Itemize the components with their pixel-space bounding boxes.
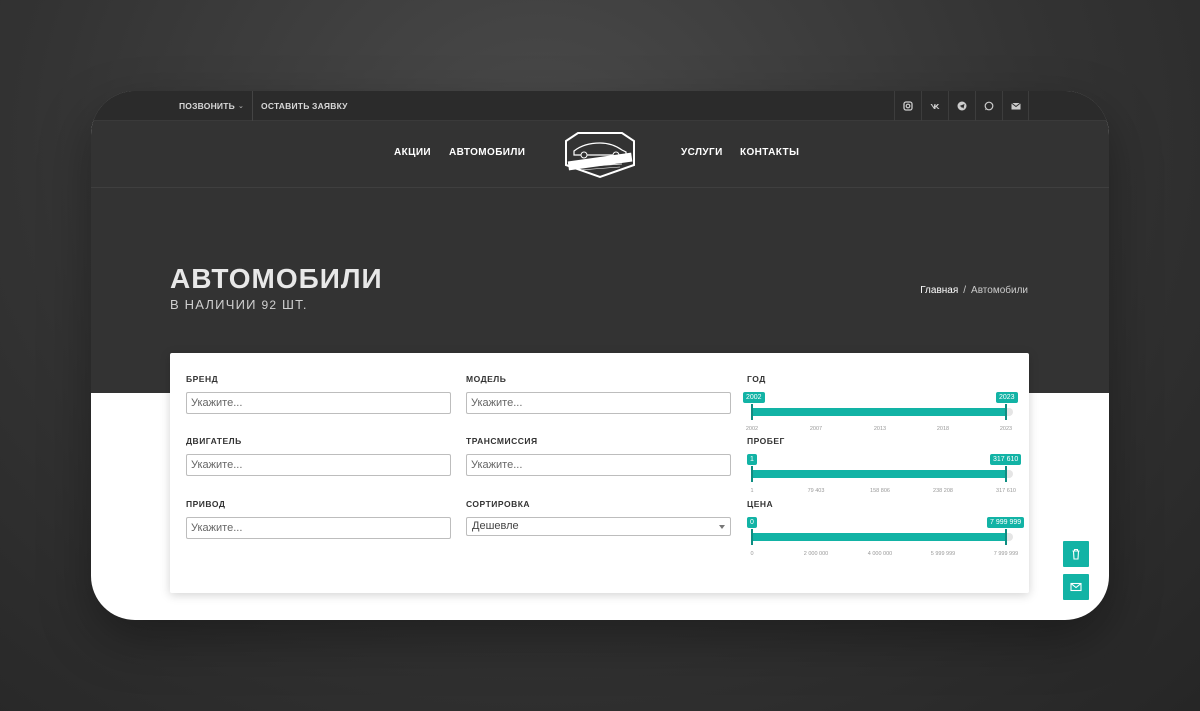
mileage-max-tag: 317 610 (990, 454, 1022, 465)
price-max-tag: 7 999 999 (987, 517, 1025, 528)
sort-filter: СОРТИРОВКА Дешевле (466, 499, 731, 536)
breadcrumb-current: Автомобили (971, 285, 1028, 296)
mail-icon[interactable] (1002, 91, 1029, 121)
transmission-input[interactable] (466, 454, 731, 476)
chevron-down-icon: ⌄ (237, 103, 245, 110)
page-heading: АВТОМОБИЛИ В НАЛИЧИИ 92 ШТ. (170, 263, 383, 312)
price-tick: 2 000 000 (803, 551, 829, 557)
top-bar: ПОЗВОНИТЬ ⌄ ОСТАВИТЬ ЗАЯВКУ (91, 91, 1109, 121)
request-label: ОСТАВИТЬ ЗАЯВКУ (261, 101, 348, 111)
mileage-min-tag: 1 (747, 454, 757, 465)
brand-label: БРЕНД (186, 374, 219, 384)
drive-label: ПРИВОД (186, 499, 226, 509)
transmission-filter: ТРАНСМИССИЯ (466, 436, 731, 476)
instagram-icon[interactable] (894, 91, 921, 121)
drive-filter: ПРИВОД (186, 499, 451, 539)
mileage-tick: 158 806 (870, 488, 890, 494)
nav-item-contacts[interactable]: КОНТАКТЫ (740, 147, 799, 158)
company-logo[interactable] (560, 131, 640, 179)
year-tick: 2013 (873, 426, 887, 432)
price-min-handle[interactable] (751, 529, 753, 545)
breadcrumb-separator: / (963, 285, 967, 296)
price-ticks: 0 2 000 000 4 000 000 5 999 999 7 999 99… (747, 551, 1018, 559)
mileage-slider: ПРОБЕГ 1 317 610 1 79 403 158 806 238 20… (747, 436, 1022, 496)
nav-item-cars[interactable]: АВТОМОБИЛИ (449, 147, 525, 158)
nav-item-promotions[interactable]: АКЦИИ (394, 147, 431, 158)
mileage-max-handle[interactable] (1005, 466, 1007, 482)
model-label: МОДЕЛЬ (466, 374, 507, 384)
sort-value: Дешевле (472, 520, 519, 532)
page-subtitle: В НАЛИЧИИ 92 ШТ. (170, 297, 383, 312)
engine-label: ДВИГАТЕЛЬ (186, 436, 242, 446)
year-label: ГОД (747, 374, 766, 384)
year-tick: 2023 (999, 426, 1013, 432)
brand-input[interactable] (186, 392, 451, 414)
year-tick: 2018 (936, 426, 950, 432)
whatsapp-icon[interactable] (975, 91, 1002, 121)
year-min-tag: 2002 (743, 392, 765, 403)
page-title: АВТОМОБИЛИ (170, 263, 383, 294)
mileage-tick: 79 403 (807, 488, 825, 494)
contact-mail-button[interactable] (1063, 574, 1089, 600)
price-min-tag: 0 (747, 517, 757, 528)
price-label: ЦЕНА (747, 499, 774, 509)
year-max-tag: 2023 (996, 392, 1018, 403)
mileage-tick: 317 610 (996, 488, 1016, 494)
price-tick: 0 (750, 551, 754, 557)
mail-icon (1070, 582, 1082, 592)
call-link[interactable]: ПОЗВОНИТЬ ⌄ (171, 91, 252, 121)
trash-icon (1072, 548, 1080, 560)
year-min-handle[interactable] (751, 404, 753, 420)
cars-count: 92 (261, 298, 278, 312)
subtitle-suffix: ШТ. (277, 297, 308, 312)
compare-trash-button[interactable] (1063, 541, 1089, 567)
transmission-label: ТРАНСМИССИЯ (466, 436, 538, 446)
year-ticks: 2002 2007 2013 2018 2023 (745, 426, 1018, 434)
mileage-ticks: 1 79 403 158 806 238 208 317 610 (747, 488, 1018, 496)
sort-select[interactable]: Дешевле (466, 517, 731, 536)
price-tick: 5 999 999 (930, 551, 956, 557)
year-tick: 2002 (745, 426, 759, 432)
model-filter: МОДЕЛЬ (466, 374, 731, 414)
breadcrumb: Главная / Автомобили (920, 285, 1028, 296)
price-tick: 7 999 999 (993, 551, 1019, 557)
mileage-label: ПРОБЕГ (747, 436, 785, 446)
year-slider: ГОД 2002 2023 2002 2007 2013 2018 2023 (743, 374, 1018, 434)
call-label: ПОЗВОНИТЬ (179, 101, 235, 111)
sort-label: СОРТИРОВКА (466, 499, 531, 509)
price-tick: 4 000 000 (867, 551, 893, 557)
engine-input[interactable] (186, 454, 451, 476)
mileage-range-fill[interactable] (751, 470, 1007, 478)
price-max-handle[interactable] (1005, 529, 1007, 545)
telegram-icon[interactable] (948, 91, 975, 121)
mileage-min-handle[interactable] (751, 466, 753, 482)
nav-item-services[interactable]: УСЛУГИ (681, 147, 723, 158)
filter-panel: БРЕНД МОДЕЛЬ ДВИГАТЕЛЬ ТРАНСМИССИЯ ПРИВО… (170, 353, 1029, 593)
browser-frame: ПОЗВОНИТЬ ⌄ ОСТАВИТЬ ЗАЯВКУ АКЦИИ АВТОМО… (91, 91, 1109, 620)
request-link[interactable]: ОСТАВИТЬ ЗАЯВКУ (252, 91, 356, 121)
brand-filter: БРЕНД (186, 374, 451, 414)
price-range-fill[interactable] (751, 533, 1007, 541)
breadcrumb-home[interactable]: Главная (920, 285, 958, 296)
mileage-tick: 238 208 (933, 488, 953, 494)
year-range-fill[interactable] (751, 408, 1007, 416)
year-max-handle[interactable] (1005, 404, 1007, 420)
subtitle-prefix: В НАЛИЧИИ (170, 297, 262, 312)
price-slider: ЦЕНА 0 7 999 999 0 2 000 000 4 000 000 5… (747, 499, 1025, 559)
drive-input[interactable] (186, 517, 451, 539)
chevron-down-icon (719, 525, 725, 529)
year-tick: 2007 (809, 426, 823, 432)
main-nav: АКЦИИ АВТОМОБИЛИ УСЛУГИ КОНТАКТЫ (91, 121, 1109, 188)
model-input[interactable] (466, 392, 731, 414)
mileage-tick: 1 (750, 488, 754, 494)
engine-filter: ДВИГАТЕЛЬ (186, 436, 451, 476)
vk-icon[interactable] (921, 91, 948, 121)
